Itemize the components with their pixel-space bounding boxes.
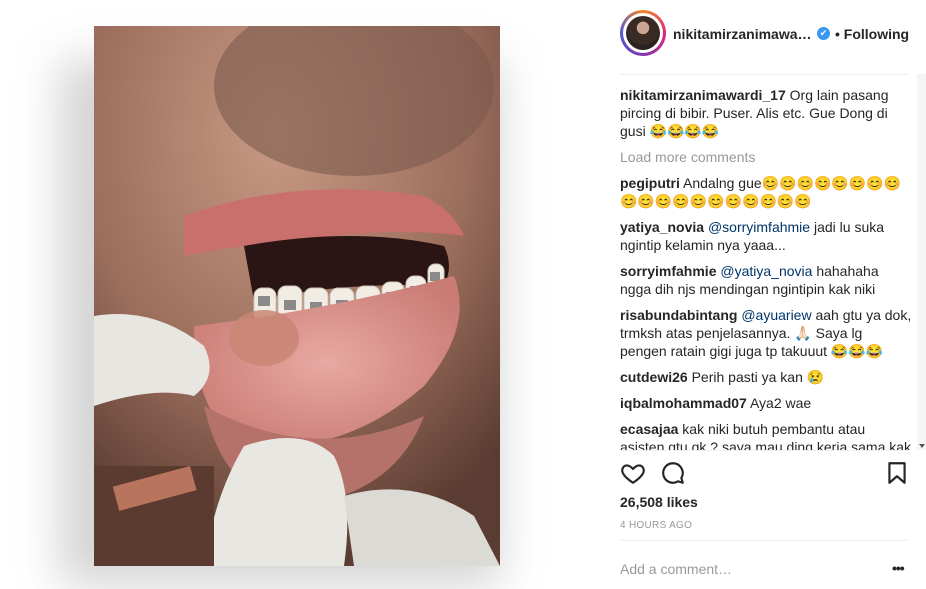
comment-item: ecasajaa kak niki butuh pembantu atau as… (620, 420, 912, 450)
comment-item: risabundabintang @ayuariew aah gtu ya do… (620, 306, 912, 360)
scroll-down-arrow-icon[interactable] (919, 444, 925, 448)
more-options-button[interactable]: ••• (892, 560, 905, 576)
comment-item: pegiputri Andalng gue😊😊😊😊😊😊😊😊😊😊😊😊😊😊😊😊😊😊😊 (620, 174, 912, 210)
comment-username[interactable]: sorryimfahmie (620, 263, 716, 279)
comment-username[interactable]: pegiputri (620, 175, 680, 191)
comment-username[interactable]: yatiya_novia (620, 219, 704, 235)
comment-item: yatiya_novia @sorryimfahmie jadi lu suka… (620, 218, 912, 254)
bookmark-icon[interactable] (884, 460, 912, 488)
comment-text: Aya2 wae (749, 395, 812, 411)
load-more-comments-link[interactable]: Load more comments (620, 148, 912, 166)
caption: nikitamirzanimawardi_17 Org lain pasang … (620, 86, 912, 140)
divider (620, 540, 908, 541)
comment-icon[interactable] (660, 460, 688, 488)
action-bar (620, 460, 908, 490)
comment-item: cutdewi26 Perih pasti ya kan 😢 (620, 368, 912, 386)
comment-mention[interactable]: @sorryimfahmie (708, 219, 810, 235)
caption-username[interactable]: nikitamirzanimawardi_17 (620, 87, 786, 103)
comments-scrollbar[interactable] (917, 74, 926, 450)
comment-username[interactable]: cutdewi26 (620, 369, 688, 385)
comment-mention[interactable]: @yatiya_novia (720, 263, 812, 279)
add-comment-input[interactable] (620, 558, 870, 580)
post-details-panel: nikitamirzanimawa… ✔ • Following nikitam… (620, 0, 926, 589)
comment-item: sorryimfahmie @yatiya_novia hahahaha ngg… (620, 262, 912, 298)
avatar[interactable] (620, 10, 666, 56)
username-link[interactable]: nikitamirzanimawa… (673, 26, 813, 42)
post-photo[interactable] (94, 26, 500, 566)
comment-text: Perih pasti ya kan 😢 (691, 369, 825, 385)
comment-username[interactable]: iqbalmohammad07 (620, 395, 747, 411)
photo-image (94, 26, 500, 566)
comments-list[interactable]: nikitamirzanimawardi_17 Org lain pasang … (620, 86, 912, 450)
verified-icon: ✔ (817, 27, 830, 40)
divider (620, 450, 908, 451)
post-timestamp[interactable]: 4 HOURS AGO (620, 520, 692, 531)
post-header: nikitamirzanimawa… ✔ • Following (620, 10, 910, 58)
comment-username[interactable]: risabundabintang (620, 307, 737, 323)
heart-icon[interactable] (620, 460, 648, 488)
comment-item: iqbalmohammad07 Aya2 wae (620, 394, 912, 412)
following-button[interactable]: • Following (835, 26, 909, 42)
comment-mention[interactable]: @ayuariew (741, 307, 811, 323)
divider (620, 74, 908, 75)
likes-count[interactable]: 26,508 likes (620, 494, 698, 510)
comment-username[interactable]: ecasajaa (620, 421, 678, 437)
